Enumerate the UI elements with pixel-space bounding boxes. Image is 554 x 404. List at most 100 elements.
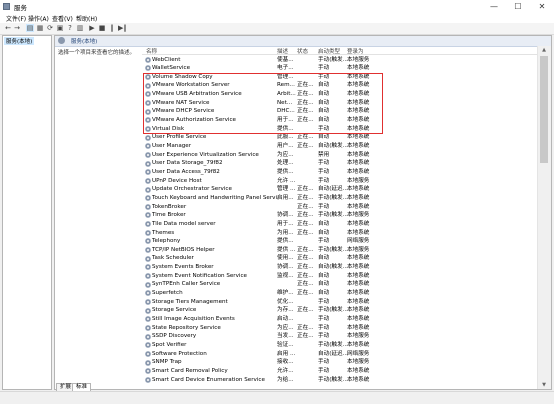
service-startup-type: 手动 (318, 324, 330, 331)
service-name: Still Image Acquisition Events (152, 316, 235, 322)
service-status: 正在... (297, 203, 314, 210)
service-description: 维护... (277, 290, 294, 297)
service-gear-icon (145, 229, 151, 236)
stop-service-icon[interactable]: ■ (98, 24, 106, 32)
column-name[interactable]: 名称 (146, 47, 157, 55)
service-logon-as: 本地系统 (347, 281, 370, 288)
service-row[interactable]: User Profile Service 此服... 正在... 自动 本地系统 (143, 133, 535, 142)
service-row[interactable]: State Repository Service 为应... 正在... 手动 本地系统 (143, 324, 535, 333)
service-startup-type: 手动(触发... (318, 246, 348, 253)
column-startup-type[interactable]: 启动类型 (318, 47, 340, 55)
service-gear-icon (145, 65, 151, 72)
service-logon-as: 本地服务 (347, 359, 370, 366)
pause-service-icon[interactable]: ‖ (108, 24, 116, 32)
service-row[interactable]: Software Protection 启用 ... 自动(延迟... 网络服务 (143, 350, 535, 359)
service-row[interactable]: Tile Data model server 用于... 正在... 自动 本地系统 (143, 220, 535, 229)
column-status[interactable]: 状态 (297, 47, 308, 55)
service-row[interactable]: SynTPEnh Caller Service 正在... 自动 本地系统 (143, 280, 535, 289)
service-row[interactable]: TCP/IP NetBIOS Helper 提供 ... 正在... 手动(触发...… (143, 246, 535, 255)
close-button[interactable]: ✕ (530, 0, 554, 13)
service-description: 为应... (277, 151, 294, 158)
service-logon-as: 网络服务 (347, 238, 370, 245)
start-service-icon[interactable]: ▶ (88, 24, 96, 32)
service-name: System Event Notification Service (152, 272, 247, 279)
service-row[interactable]: User Manager 用户... 正在... 自动(触发... 本地系统 (143, 142, 535, 151)
service-row[interactable]: Still Image Acquisition Events 启动... 手动 本地系… (143, 315, 535, 324)
service-startup-type: 手动 (318, 177, 330, 184)
service-gear-icon (145, 177, 151, 184)
console-tree-icon[interactable]: ▤ (26, 24, 34, 32)
column-logon-as[interactable]: 登录为 (347, 47, 364, 55)
service-row[interactable]: TokenBroker 正在... 手动 本地系统 (143, 203, 535, 212)
service-name: Software Protection (152, 350, 207, 357)
minimize-button[interactable]: — (482, 0, 506, 13)
service-startup-type: 禁用 (318, 151, 330, 158)
service-description: 为存... (277, 307, 294, 314)
service-row[interactable]: Task Scheduler 使用... 正在... 自动 本地系统 (143, 254, 535, 263)
service-description: 验证... (277, 341, 294, 348)
title-bar (0, 0, 554, 13)
service-row[interactable]: WalletService 电子... 手动 本地系统 (143, 64, 535, 73)
menu-help[interactable]: 帮助(H) (76, 14, 97, 23)
scroll-up-icon[interactable]: ▲ (539, 47, 549, 54)
service-row[interactable]: User Data Access_79f82 提供... 手动 本地系统 (143, 168, 535, 177)
help-icon[interactable]: ? (66, 24, 74, 32)
service-row[interactable]: Superfetch 维护... 正在... 自动 本地系统 (143, 289, 535, 298)
restart-service-icon[interactable]: ▶‖ (118, 24, 127, 32)
service-status: 正在... (297, 264, 314, 271)
service-row[interactable]: Storage Tiers Management 优化... 手动 本地系统 (143, 298, 535, 307)
service-row[interactable]: User Experience Virtualization Service 为应… (143, 151, 535, 160)
service-row[interactable]: User Data Storage_79f82 处理... 手动 本地系统 (143, 159, 535, 168)
service-row[interactable]: Smart Card Device Enumeration Service 为给.… (143, 376, 535, 385)
service-row[interactable]: WebClient 使基... 手动(触发... 本地服务 (143, 56, 535, 65)
service-name: WebClient (152, 56, 181, 63)
column-description[interactable]: 描述 (277, 47, 288, 55)
service-row[interactable]: Touch Keyboard and Handwriting Panel Ser… (143, 194, 535, 203)
service-startup-type: 手动(触发... (318, 307, 348, 314)
service-row[interactable]: Spot Verifier 验证... 手动(触发... 本地系统 (143, 341, 535, 350)
service-description: 为用... (277, 229, 294, 236)
service-gear-icon (145, 342, 151, 349)
service-row[interactable]: System Events Broker 协调... 正在... 自动(触发... 本地… (143, 263, 535, 272)
service-logon-as: 本地系统 (347, 229, 370, 236)
service-name: Spot Verifier (152, 341, 187, 348)
scroll-down-icon[interactable]: ▼ (539, 382, 549, 389)
service-row[interactable]: Update Orchestrator Service 管理 ... 正在... 自动… (143, 185, 535, 194)
service-status: 正在... (297, 186, 314, 193)
service-logon-as: 本地服务 (347, 56, 370, 63)
service-row[interactable]: SNMP Trap 接收... 手动 本地服务 (143, 358, 535, 367)
service-name: Update Orchestrator Service (152, 186, 232, 193)
pane-header-title: 服务(本地) (71, 39, 98, 45)
properties-icon[interactable]: ▦ (36, 24, 44, 32)
service-name: Smart Card Removal Policy (152, 367, 228, 374)
scrollbar-thumb[interactable] (540, 56, 548, 163)
menu-view[interactable]: 查看(V) (52, 14, 73, 23)
service-description: 启用 ... (277, 350, 296, 357)
service-row[interactable]: Telephony 提供... 手动 网络服务 (143, 237, 535, 246)
service-name: WalletService (152, 65, 191, 72)
export-icon[interactable]: ▣ (56, 24, 64, 32)
maximize-button[interactable]: ☐ (506, 0, 530, 13)
service-name: Superfetch (152, 290, 183, 297)
service-description: 监视... (277, 272, 294, 279)
show-hide-icon[interactable]: ▥ (76, 24, 84, 32)
service-row[interactable]: Themes 为用... 正在... 自动 本地系统 (143, 229, 535, 238)
service-description: 当发... (277, 333, 294, 340)
service-gear-icon (145, 203, 151, 210)
back-icon[interactable]: ← (4, 24, 12, 32)
service-row[interactable]: System Event Notification Service 监视... 正在… (143, 272, 535, 281)
service-row[interactable]: SSDP Discovery 当发... 正在... 手动 本地服务 (143, 332, 535, 341)
service-status: 正在... (297, 229, 314, 236)
service-row[interactable]: Smart Card Removal Policy 允许... 手动 本地系统 (143, 367, 535, 376)
service-row[interactable]: Storage Service 为存... 正在... 手动(触发... 本地系统 (143, 306, 535, 315)
menu-action[interactable]: 操作(A) (28, 14, 49, 23)
service-startup-type: 手动 (318, 168, 330, 175)
refresh-icon[interactable]: ⟳ (46, 24, 54, 32)
tree-item-services-local[interactable]: 服务(本地) (4, 37, 35, 45)
forward-icon[interactable]: → (13, 24, 21, 32)
service-row[interactable]: UPnP Device Host 允许 ... 手动 本地服务 (143, 177, 535, 186)
service-startup-type: 自动 (318, 272, 330, 279)
service-row[interactable]: Time Broker 协调... 正在... 手动(触发... 本地服务 (143, 211, 535, 220)
service-status: 正在... (297, 324, 314, 331)
menu-file[interactable]: 文件(F) (6, 14, 26, 23)
